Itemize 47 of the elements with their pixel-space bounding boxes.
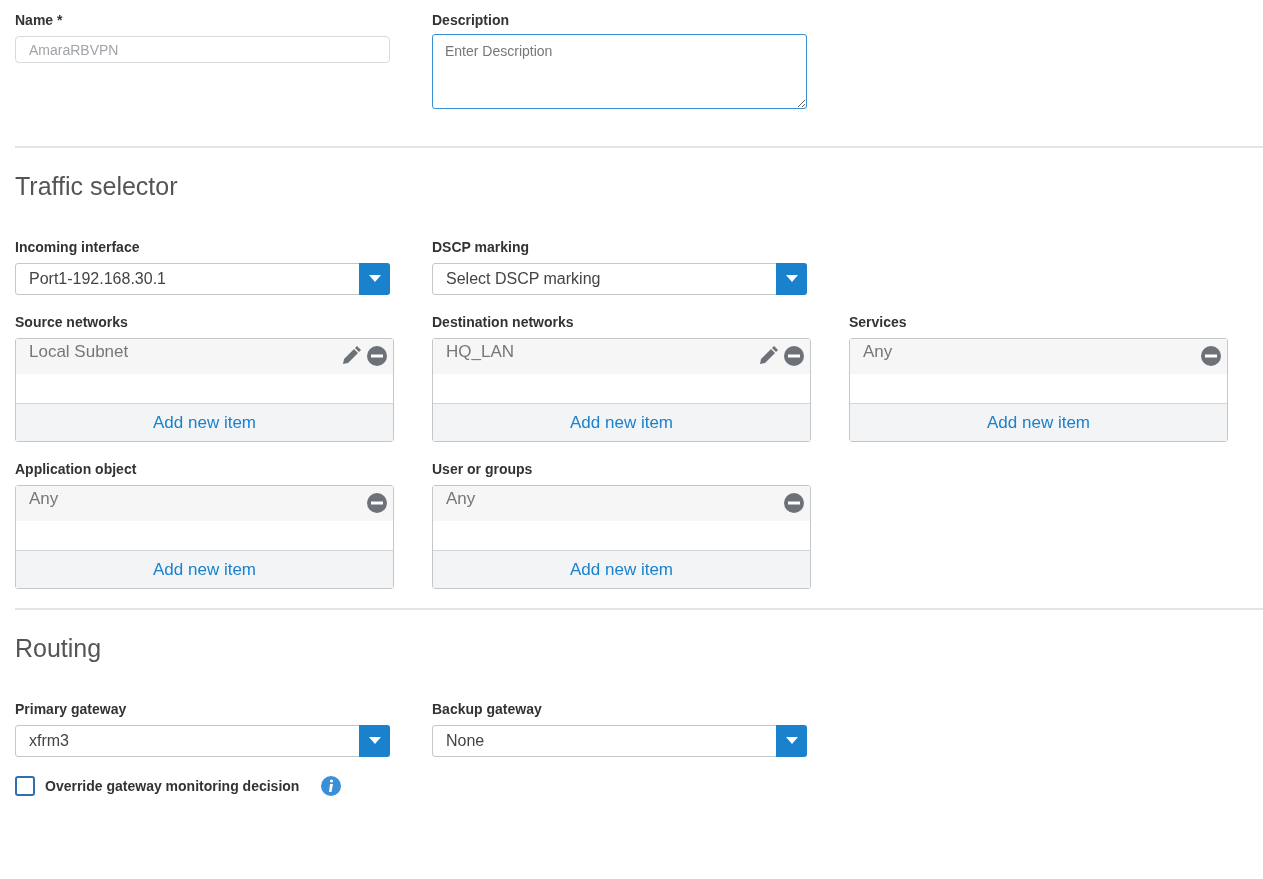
item-text: Any — [863, 341, 893, 363]
caret-icon[interactable] — [776, 263, 807, 295]
field-label: Backup gateway — [432, 701, 543, 718]
field-label: Name * — [15, 12, 64, 29]
field-label: Description — [432, 12, 510, 29]
field-label: Destination networks — [432, 314, 575, 331]
pencil-icon[interactable] — [341, 346, 361, 366]
item-text: Local Subnet — [29, 341, 129, 363]
item-text: Any — [446, 488, 476, 510]
add-item-button[interactable]: Add new item — [16, 403, 393, 441]
remove-icon[interactable] — [367, 493, 387, 513]
add-item-button[interactable]: Add new item — [850, 403, 1227, 441]
list-item[interactable]: Any — [433, 486, 810, 521]
item-text: Any — [29, 488, 59, 510]
caret-icon[interactable] — [359, 263, 390, 295]
list-item[interactable]: Local Subnet — [16, 339, 393, 374]
description-field[interactable]: Enter Description — [432, 34, 807, 109]
dropdown-field[interactable]: Select DSCP marking — [432, 263, 807, 295]
checkbox-label: Override gateway monitoring decision — [45, 778, 300, 794]
field-label: Application object — [15, 461, 138, 478]
pencil-icon[interactable] — [758, 346, 778, 366]
info-icon[interactable] — [321, 776, 342, 796]
list-item[interactable]: Any — [16, 486, 393, 521]
dropdown-field[interactable]: None — [432, 725, 807, 757]
list-item[interactable]: Any — [850, 339, 1227, 374]
field-label: Services — [849, 314, 908, 331]
add-item-button[interactable]: Add new item — [16, 550, 393, 588]
field-label: Source networks — [15, 314, 129, 331]
add-item-button[interactable]: Add new item — [433, 550, 810, 588]
field-label: Primary gateway — [15, 701, 128, 718]
remove-icon[interactable] — [784, 346, 804, 366]
caret-icon[interactable] — [359, 725, 390, 757]
list-item[interactable]: HQ_LAN — [433, 339, 810, 374]
field-label: User or groups — [432, 461, 534, 478]
checkbox[interactable] — [15, 776, 35, 796]
add-item-button[interactable]: Add new item — [433, 403, 810, 441]
dropdown-field[interactable]: Port1-192.168.30.1 — [15, 263, 390, 295]
dropdown-field[interactable]: xfrm3 — [15, 725, 390, 757]
caret-icon[interactable] — [776, 725, 807, 757]
remove-icon[interactable] — [1201, 346, 1221, 366]
section-title: Traffic selector — [15, 172, 179, 201]
field-label: Incoming interface — [15, 239, 141, 256]
field-label: DSCP marking — [432, 239, 530, 256]
remove-icon[interactable] — [784, 493, 804, 513]
item-text: HQ_LAN — [446, 341, 515, 363]
section-title: Routing — [15, 634, 103, 663]
remove-icon[interactable] — [367, 346, 387, 366]
